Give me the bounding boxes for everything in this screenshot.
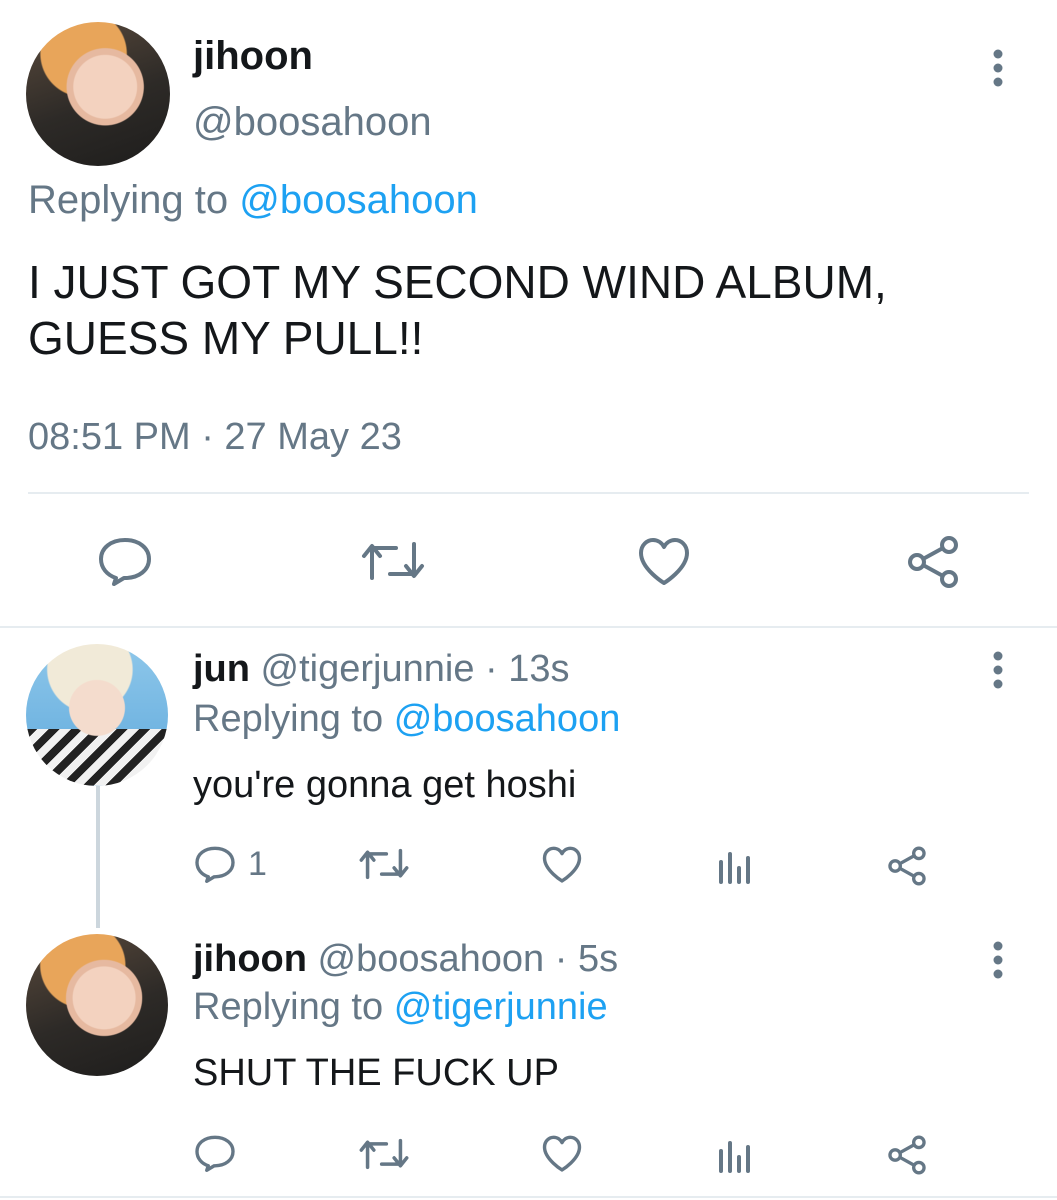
reply-header: jihoon @boosahoon · 5s <box>193 938 618 981</box>
display-name[interactable]: jun <box>193 648 250 690</box>
tweet-text-line: I JUST GOT MY SECOND WIND ALBUM, <box>28 256 887 308</box>
reply-text: you're gonna get hoshi <box>193 764 577 806</box>
tweet-text: I JUST GOT MY SECOND WIND ALBUM, GUESS M… <box>28 254 887 366</box>
reply-icon[interactable] <box>194 845 236 883</box>
handle[interactable]: @tigerjunnie <box>261 648 475 690</box>
retweet-icon[interactable] <box>358 846 410 882</box>
divider <box>0 626 1057 628</box>
retweet-icon[interactable] <box>360 538 426 584</box>
like-icon[interactable] <box>541 846 583 884</box>
reply-text: SHUT THE FUCK UP <box>193 1052 559 1094</box>
replying-to-line: Replying to @tigerjunnie <box>193 986 608 1029</box>
avatar[interactable] <box>26 934 168 1076</box>
replying-label: Replying to <box>28 178 229 222</box>
thread-line <box>96 786 100 928</box>
tweet-text-line: GUESS MY PULL!! <box>28 312 424 364</box>
like-icon[interactable] <box>541 1135 583 1173</box>
divider <box>28 492 1029 494</box>
replying-label: Replying to <box>193 698 384 740</box>
timestamp[interactable]: 08:51 PM · 27 May 23 <box>28 416 402 459</box>
analytics-icon[interactable] <box>717 1137 753 1173</box>
share-icon[interactable] <box>886 1135 928 1175</box>
more-icon[interactable] <box>985 940 1011 980</box>
retweet-icon[interactable] <box>358 1136 410 1172</box>
handle[interactable]: @boosahoon <box>193 100 432 145</box>
more-icon[interactable] <box>985 650 1011 690</box>
replying-to-line: Replying to @boosahoon <box>193 698 620 741</box>
replying-label: Replying to <box>193 986 384 1028</box>
avatar[interactable] <box>26 22 170 166</box>
reply-icon[interactable] <box>194 1134 236 1172</box>
like-icon[interactable] <box>637 537 691 587</box>
replying-to-link[interactable]: @boosahoon <box>394 698 621 740</box>
display-name[interactable]: jihoon <box>193 938 307 980</box>
reply-header: jun @tigerjunnie · 13s <box>193 648 570 691</box>
handle[interactable]: @boosahoon <box>318 938 545 980</box>
reply-count: 1 <box>248 845 267 883</box>
replying-to-link[interactable]: @boosahoon <box>239 178 478 222</box>
replying-to-line: Replying to @boosahoon <box>28 178 478 223</box>
share-icon[interactable] <box>886 846 928 886</box>
avatar[interactable] <box>26 644 168 786</box>
analytics-icon[interactable] <box>717 848 753 884</box>
share-icon[interactable] <box>905 535 961 589</box>
reply-time[interactable]: · 5s <box>555 938 618 980</box>
display-name[interactable]: jihoon <box>193 34 313 79</box>
reply-time[interactable]: · 13s <box>485 648 569 690</box>
divider <box>0 1196 1057 1198</box>
replying-to-link[interactable]: @tigerjunnie <box>394 986 608 1028</box>
reply-icon[interactable] <box>97 536 153 586</box>
more-icon[interactable] <box>985 48 1011 88</box>
